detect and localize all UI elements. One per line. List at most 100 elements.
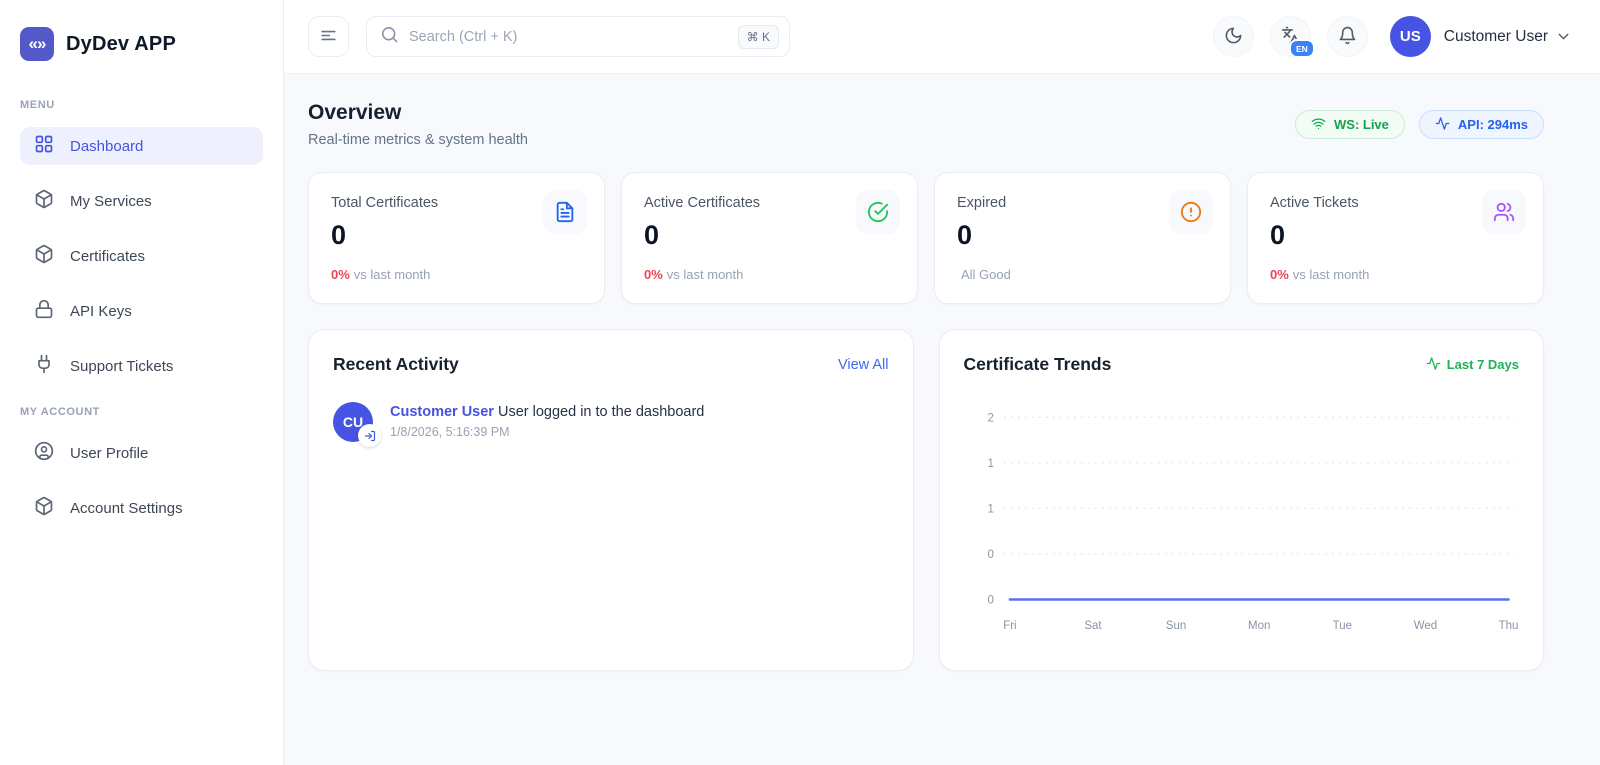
sidebar: «» DyDev APP MENU Dashboard My Services … <box>0 0 284 765</box>
sidebar-item-support-tickets[interactable]: Support Tickets <box>20 347 263 385</box>
svg-text:1: 1 <box>987 503 993 515</box>
svg-text:Sun: Sun <box>1165 620 1185 632</box>
sidebar-item-label: My Services <box>70 193 152 210</box>
stat-footer: 0% vs last month <box>331 267 582 282</box>
notifications-button[interactable] <box>1327 16 1368 57</box>
page-title: Overview <box>308 101 528 125</box>
activity-avatar: CU <box>333 402 373 442</box>
alert-circle-icon <box>1169 190 1213 234</box>
activity-action: User logged in to the dashboard <box>498 404 704 420</box>
language-button[interactable]: EN <box>1270 16 1311 57</box>
dark-mode-toggle[interactable] <box>1213 16 1254 57</box>
api-latency-label: API: 294ms <box>1458 117 1528 132</box>
certificate-trends-panel: Certificate Trends Last 7 Days 2 1 1 0 0 Fri S… <box>939 329 1545 671</box>
api-latency-badge: API: 294ms <box>1419 110 1544 139</box>
page-header-text: Overview Real-time metrics & system heal… <box>308 101 528 148</box>
stat-card-expired: Expired 0 All Good <box>934 172 1231 304</box>
app-logo-icon: «» <box>20 27 54 61</box>
range-label: Last 7 Days <box>1426 356 1519 374</box>
sidebar-item-label: Certificates <box>70 248 145 265</box>
app-name: DyDev APP <box>66 33 176 56</box>
box-icon <box>34 496 54 520</box>
stat-card-total-certificates: Total Certificates 0 0%vs last month <box>308 172 605 304</box>
chevron-down-icon[interactable] <box>1555 28 1572 45</box>
file-text-icon <box>543 190 587 234</box>
box-icon <box>34 244 54 268</box>
sidebar-item-my-services[interactable]: My Services <box>20 182 263 220</box>
sidebar-item-label: Account Settings <box>70 500 183 517</box>
svg-text:0: 0 <box>987 549 993 561</box>
search-shortcut-kbd: ⌘ K <box>738 25 779 49</box>
stat-delta: 0% <box>644 267 663 282</box>
certificate-trends-header: Certificate Trends Last 7 Days <box>964 354 1520 375</box>
wifi-icon <box>1311 116 1326 134</box>
svg-text:0: 0 <box>987 595 993 607</box>
svg-text:1: 1 <box>987 458 993 470</box>
stat-delta: 0% <box>1270 267 1289 282</box>
search-box[interactable]: ⌘ K <box>366 16 790 57</box>
svg-text:Thu: Thu <box>1498 620 1518 632</box>
sidebar-item-account-settings[interactable]: Account Settings <box>20 489 263 527</box>
trends-chart: 21100FriSatSunMonTueWedThu <box>964 391 1520 639</box>
stat-delta: 0% <box>331 267 350 282</box>
plug-icon <box>34 354 54 378</box>
sidebar-section-menu: MENU <box>20 99 263 111</box>
user-name[interactable]: Customer User <box>1444 28 1548 46</box>
svg-text:Tue: Tue <box>1332 620 1351 632</box>
sidebar-section-my-account: MY ACCOUNT <box>20 406 263 418</box>
chart-area: 21100FriSatSunMonTueWedThu <box>964 391 1520 639</box>
box-icon <box>34 189 54 213</box>
sidebar-item-api-keys[interactable]: API Keys <box>20 292 263 330</box>
sidebar-item-user-profile[interactable]: User Profile <box>20 434 263 472</box>
stat-footer: All Good <box>957 267 1208 282</box>
moon-icon <box>1224 26 1243 48</box>
user-avatar[interactable]: US <box>1390 16 1431 57</box>
activity-item: CU Customer User User logged in to the d… <box>333 402 889 442</box>
activity-timestamp: 1/8/2026, 5:16:39 PM <box>390 425 704 439</box>
stat-note: All Good <box>961 267 1011 282</box>
svg-text:Mon: Mon <box>1248 620 1270 632</box>
stat-card-active-tickets: Active Tickets 0 0%vs last month <box>1247 172 1544 304</box>
bell-icon <box>1338 26 1357 48</box>
stat-note: vs last month <box>667 267 744 282</box>
range-label-text: Last 7 Days <box>1447 357 1519 372</box>
topbar: ⌘ K EN US Customer User <box>284 0 1600 74</box>
stat-footer: 0% vs last month <box>644 267 895 282</box>
sidebar-item-label: Support Tickets <box>70 358 173 375</box>
status-badges: WS: Live API: 294ms <box>1295 110 1544 139</box>
menu-icon <box>319 26 338 48</box>
panels-row: Recent Activity View All CU Customer Use… <box>308 329 1544 671</box>
recent-activity-header: Recent Activity View All <box>333 354 889 375</box>
ws-status-label: WS: Live <box>1334 117 1389 132</box>
activity-icon <box>1435 116 1450 134</box>
svg-text:2: 2 <box>987 412 993 424</box>
certificate-trends-title: Certificate Trends <box>964 354 1112 375</box>
logo-row: «» DyDev APP <box>20 27 263 61</box>
language-badge: EN <box>1289 39 1315 58</box>
check-circle-icon <box>856 190 900 234</box>
sidebar-item-label: User Profile <box>70 445 148 462</box>
search-icon <box>380 25 399 49</box>
stats-row: Total Certificates 0 0%vs last month Act… <box>308 172 1544 304</box>
svg-text:Fri: Fri <box>1003 620 1016 632</box>
stat-note: vs last month <box>354 267 431 282</box>
page-header: Overview Real-time metrics & system heal… <box>308 101 1544 148</box>
app-root: «» DyDev APP MENU Dashboard My Services … <box>0 0 1600 765</box>
stat-note: vs last month <box>1293 267 1370 282</box>
sidebar-toggle-button[interactable] <box>308 16 349 57</box>
ws-status-badge: WS: Live <box>1295 110 1405 139</box>
stat-card-active-certificates: Active Certificates 0 0%vs last month <box>621 172 918 304</box>
grid-icon <box>34 134 54 158</box>
page-subtitle: Real-time metrics & system health <box>308 132 528 148</box>
sidebar-item-label: API Keys <box>70 303 132 320</box>
main-column: ⌘ K EN US Customer User Overview <box>284 0 1600 765</box>
activity-description: Customer User User logged in to the dash… <box>390 404 704 420</box>
search-input[interactable] <box>409 29 728 45</box>
sidebar-item-dashboard[interactable]: Dashboard <box>20 127 263 165</box>
stat-footer: 0% vs last month <box>1270 267 1521 282</box>
pulse-icon <box>1426 356 1441 374</box>
lock-icon <box>34 299 54 323</box>
view-all-link[interactable]: View All <box>838 357 889 373</box>
recent-activity-panel: Recent Activity View All CU Customer Use… <box>308 329 914 671</box>
sidebar-item-certificates[interactable]: Certificates <box>20 237 263 275</box>
